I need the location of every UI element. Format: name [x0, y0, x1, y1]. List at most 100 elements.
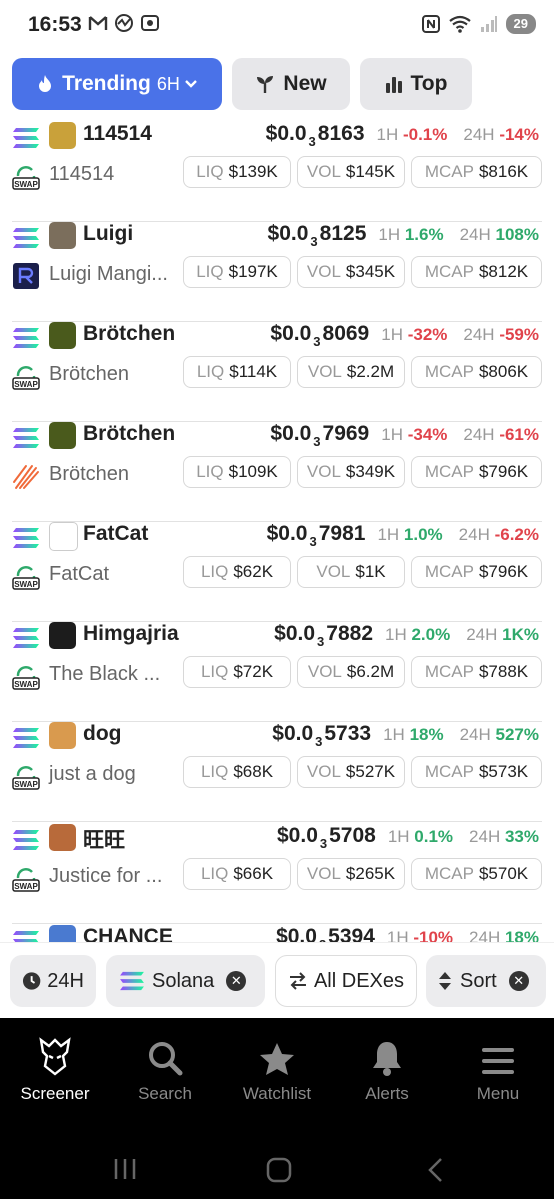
wifi-icon	[448, 15, 471, 33]
top-tabs: Trending 6H New Top	[12, 58, 472, 110]
nfc-icon	[421, 15, 440, 33]
tab-trending-label: Trending	[62, 72, 151, 95]
svg-text:SWAP: SWAP	[14, 882, 38, 891]
pair-row[interactable]: Luigi $0.0 38125 1H 1.6% 24H 108% Luigi M…	[0, 222, 554, 322]
token-image	[49, 622, 76, 649]
token-symbol: 旺旺	[83, 829, 125, 852]
liquidity-pill: LIQ $62K	[183, 556, 291, 588]
volume-pill: VOL $2.2M	[297, 356, 405, 388]
change-24h: 24H -59%	[463, 325, 539, 344]
pair-row[interactable]: Brötchen $0.0 38069 1H -32% 24H -59% SWAP…	[0, 322, 554, 422]
market-cap-pill: MCAP $806K	[411, 356, 542, 388]
dex-label: All DEXes	[313, 969, 404, 992]
tab-top-label: Top	[410, 72, 448, 95]
system-navigation	[0, 1156, 554, 1196]
token-symbol: dog	[83, 722, 122, 745]
sprout-icon	[257, 76, 274, 93]
pair-row[interactable]: FatCat $0.0 37981 1H 1.0% 24H -6.2% SWAP …	[0, 522, 554, 622]
token-price: $0.0 35733	[272, 722, 372, 749]
token-name: FatCat	[49, 563, 110, 585]
row-divider	[12, 821, 542, 822]
token-symbol: FatCat	[83, 522, 149, 545]
recents-button[interactable]	[112, 1156, 138, 1187]
token-name: Brötchen	[49, 363, 130, 385]
dex-filter[interactable]: All DEXes	[275, 955, 417, 1007]
star-icon	[260, 1043, 294, 1075]
nav-alerts-label: Alerts	[365, 1084, 409, 1103]
volume-pill: VOL $6.2M	[297, 656, 405, 688]
nav-search[interactable]: Search	[110, 1034, 220, 1104]
token-name: Luigi Mangi...	[49, 263, 168, 285]
change-24h: 24H 527%	[459, 725, 539, 744]
change-1h: 1H -34%	[381, 425, 448, 444]
token-symbol: Himgajria	[83, 622, 179, 645]
svg-text:SWAP: SWAP	[14, 780, 38, 789]
token-symbol: CHANCE	[83, 925, 173, 942]
activity-icon	[114, 14, 134, 32]
pair-row[interactable]: 旺旺 $0.0 35708 1H 0.1% 24H 33% SWAP Justic…	[0, 824, 554, 924]
sort-icon	[439, 972, 451, 990]
gmail-icon	[88, 14, 108, 32]
clock-icon	[22, 972, 41, 990]
raydium-icon	[13, 263, 39, 289]
token-symbol: Brötchen	[83, 322, 176, 345]
swap-badge-icon: SWAP	[12, 666, 40, 690]
home-button[interactable]	[265, 1156, 293, 1189]
pair-row[interactable]: 114514 $0.0 38163 1H -0.1% 24H -14% SWAP …	[0, 122, 554, 222]
timeframe-label: 24H	[47, 969, 84, 992]
token-price: $0.0 35708	[277, 824, 376, 851]
token-image	[49, 522, 78, 551]
change-24h: 24H -61%	[463, 425, 539, 444]
change-1h: 1H 1.0%	[377, 525, 443, 544]
solana-icon	[120, 971, 144, 991]
change-24h: 24H -14%	[463, 125, 539, 144]
pair-row[interactable]: Himgajria $0.0 37882 1H 2.0% 24H 1K% SWAP…	[0, 622, 554, 722]
token-image	[49, 122, 76, 149]
nav-screener[interactable]: Screener	[0, 1034, 110, 1104]
swap-dex-icon: SWAP	[12, 762, 40, 790]
liquidity-pill: LIQ $72K	[183, 656, 291, 688]
chevron-down-icon	[184, 80, 197, 88]
nav-screener-label: Screener	[20, 1084, 90, 1103]
swap-dex-icon: SWAP	[12, 864, 40, 892]
raydium-dex-icon	[12, 262, 40, 290]
tab-top[interactable]: Top	[360, 58, 472, 110]
bell-icon	[373, 1042, 401, 1076]
timeframe-filter[interactable]: 24H	[10, 955, 96, 1007]
back-button[interactable]	[425, 1156, 445, 1189]
tab-new-label: New	[283, 72, 327, 95]
sort-button[interactable]: Sort ✕	[426, 955, 546, 1007]
clear-chain-icon[interactable]: ✕	[226, 971, 247, 991]
meteora-icon	[13, 465, 39, 489]
nav-alerts[interactable]: Alerts	[332, 1034, 442, 1104]
nav-menu[interactable]: Menu	[443, 1034, 553, 1104]
tab-new[interactable]: New	[232, 58, 350, 110]
token-name: Brötchen	[49, 463, 130, 485]
svg-text:SWAP: SWAP	[14, 380, 38, 389]
chain-filter[interactable]: Solana ✕	[106, 955, 265, 1007]
solana-icon	[13, 328, 39, 348]
liquidity-pill: LIQ $114K	[183, 356, 291, 388]
status-bar: 16:53 29	[0, 0, 554, 50]
volume-pill: VOL $345K	[297, 256, 405, 288]
token-image	[49, 722, 76, 749]
token-symbol: Brötchen	[83, 422, 176, 445]
token-symbol: Luigi	[83, 222, 134, 245]
solana-icon	[13, 931, 39, 942]
swap-dex-icon: SWAP	[12, 562, 40, 590]
market-cap-pill: MCAP $816K	[411, 156, 542, 188]
bottom-navigation: Screener Search Watchlist Alerts Menu	[0, 1018, 554, 1199]
tab-trending[interactable]: Trending 6H	[12, 58, 222, 110]
change-24h: 24H 1K%	[466, 625, 539, 644]
pair-row[interactable]: dog $0.0 35733 1H 18% 24H 527% SWAP just …	[0, 722, 554, 822]
pair-row[interactable]: CHANCE $0.035394 1H -10% 24H 18% SWAP	[0, 925, 554, 942]
eagle-icon	[39, 1037, 71, 1076]
pair-list: 114514 $0.0 38163 1H -0.1% 24H -14% SWAP …	[0, 122, 554, 942]
clear-sort-icon[interactable]: ✕	[508, 971, 529, 991]
home-icon	[266, 1157, 292, 1183]
swap-dex-icon: SWAP	[12, 662, 40, 690]
search-icon	[149, 1042, 183, 1076]
token-image	[49, 322, 76, 349]
pair-row[interactable]: Brötchen $0.0 37969 1H -34% 24H -61% Bröt…	[0, 422, 554, 522]
nav-watchlist[interactable]: Watchlist	[222, 1034, 332, 1104]
